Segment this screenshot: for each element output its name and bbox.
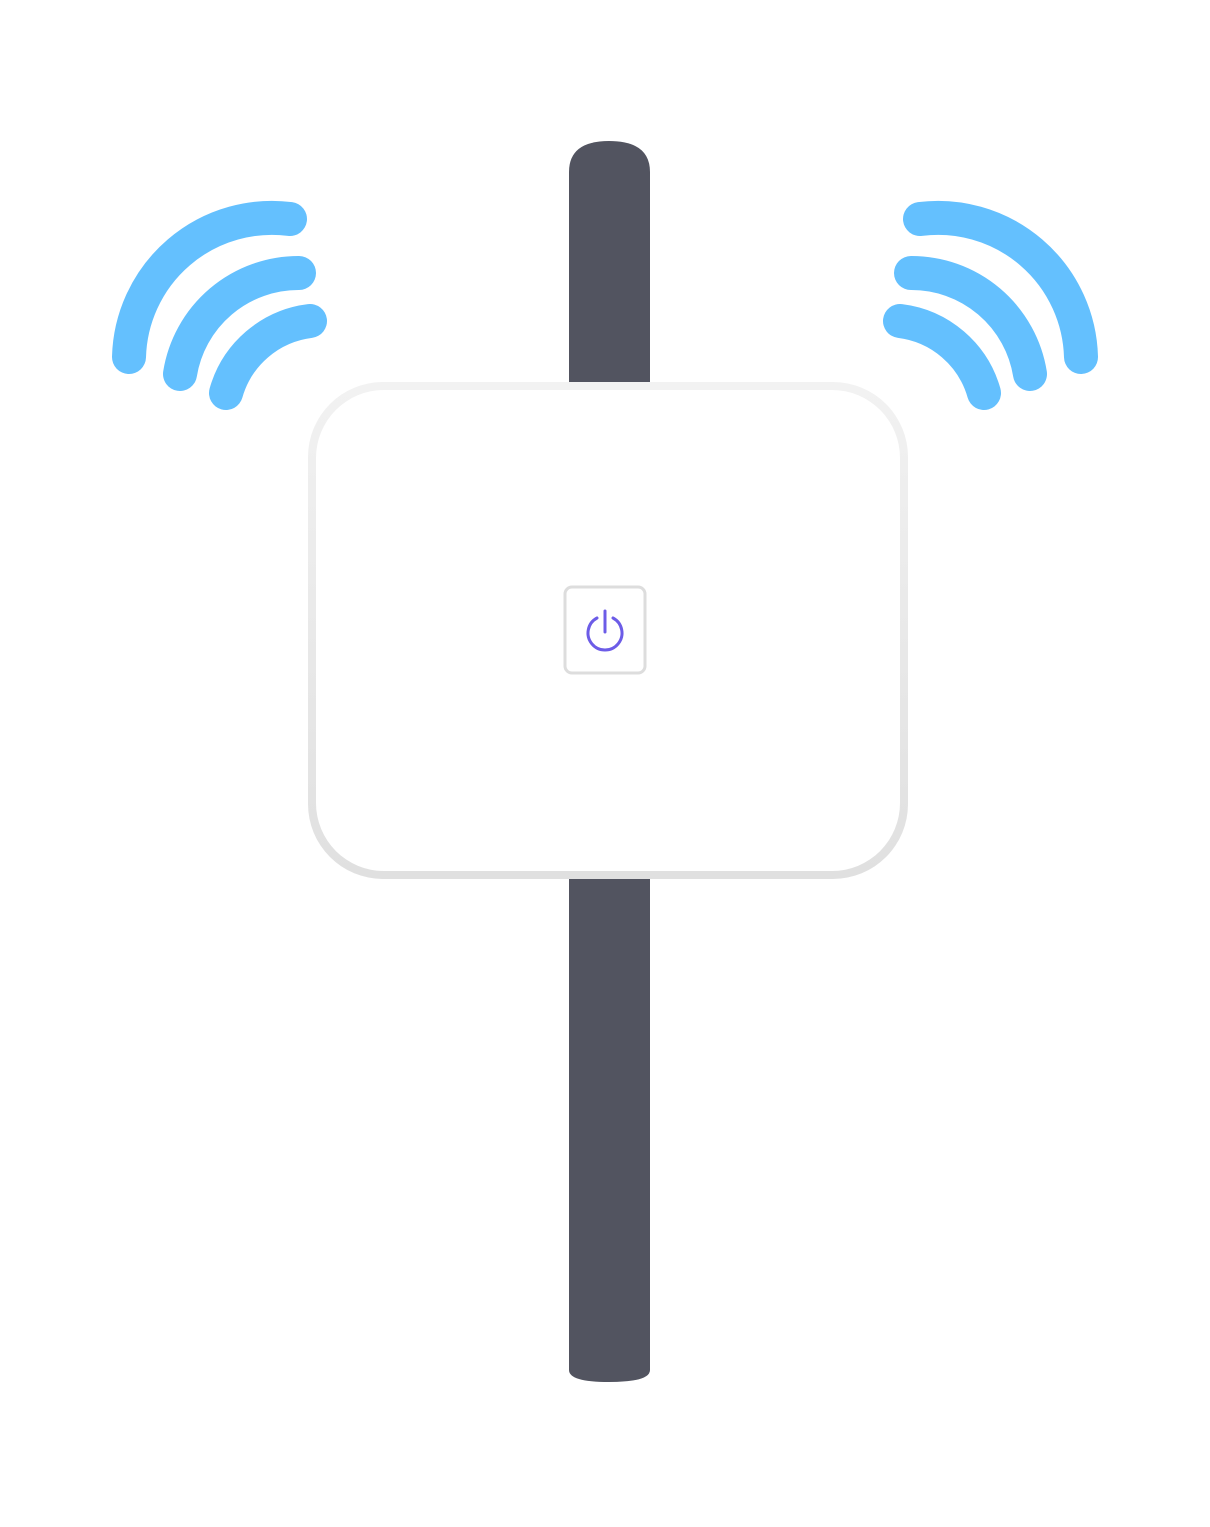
signal-arc-inner-right (883, 304, 1001, 410)
power-button[interactable] (563, 585, 647, 675)
access-point-svg (112, 141, 1098, 1382)
wifi-signal-right-icon (883, 200, 1098, 410)
wifi-signal-left-icon (112, 200, 327, 410)
access-point-illustration (0, 0, 1210, 1522)
signal-arc-inner-left (209, 304, 327, 410)
